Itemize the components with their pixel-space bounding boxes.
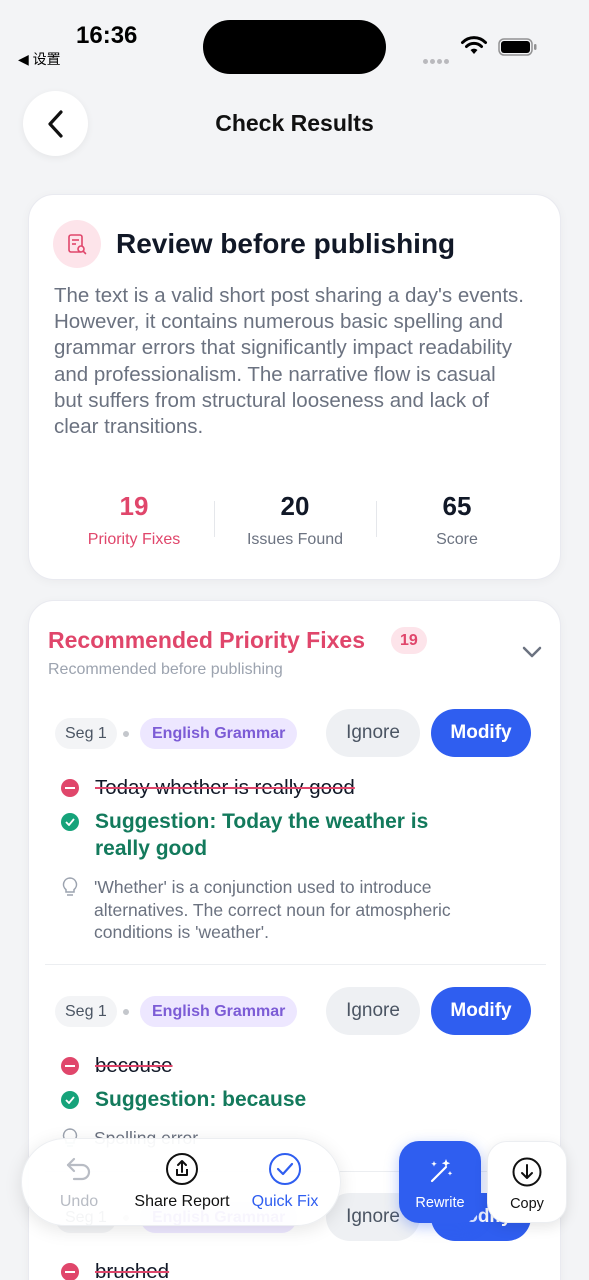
lightbulb-icon — [62, 877, 78, 896]
segment-label: Seg 1 — [55, 996, 117, 1027]
suggestion-text: Suggestion: Today the weather is really … — [95, 810, 429, 860]
back-to-settings-link[interactable]: ◀ 设置 — [18, 49, 61, 69]
share-icon — [166, 1153, 198, 1185]
battery-icon — [498, 38, 537, 56]
stat-label: Issues Found — [246, 531, 344, 548]
original-text: bruched — [95, 1260, 170, 1280]
stats-row: 19 Priority Fixes 20 Issues Found 65 Sco… — [29, 491, 562, 551]
separator-dot — [123, 1009, 129, 1015]
modify-button[interactable]: Modify — [431, 709, 531, 757]
undo-button[interactable]: Undo — [44, 1139, 114, 1227]
magic-wand-icon — [430, 1159, 453, 1183]
stat-label: Priority Fixes — [87, 531, 181, 548]
page-title: Check Results — [215, 110, 374, 136]
document-search-icon — [53, 220, 101, 268]
fixes-subtitle: Recommended before publishing — [48, 661, 283, 678]
undo-label: Undo — [59, 1193, 99, 1210]
download-icon — [512, 1157, 542, 1187]
error-icon — [61, 779, 79, 797]
summary-text: The text is a valid short post sharing a… — [54, 284, 524, 439]
category-tag: English Grammar — [140, 718, 298, 749]
stat-label: Score — [436, 531, 478, 548]
copy-button[interactable]: Copy — [487, 1141, 567, 1223]
ignore-button[interactable]: Ignore — [326, 709, 420, 757]
ignore-button[interactable]: Ignore — [326, 987, 420, 1035]
original-text: Today whether is really good — [95, 776, 355, 799]
stat-issues-found: 20 Issues Found — [215, 491, 375, 549]
copy-label: Copy — [510, 1196, 544, 1212]
undo-icon — [66, 1157, 91, 1181]
fixes-title: Recommended Priority Fixes — [48, 627, 365, 653]
stat-value: 20 — [280, 491, 310, 521]
suggestion-row: Suggestion: because — [61, 1087, 475, 1114]
segment-label: Seg 1 — [55, 718, 117, 749]
stat-value: 19 — [119, 491, 149, 521]
stat-value: 65 — [442, 491, 472, 521]
issue-divider — [45, 964, 546, 965]
check-circle-icon — [269, 1153, 301, 1185]
stat-priority-fixes: 19 Priority Fixes — [54, 491, 214, 549]
explanation-row: 'Whether' is a conjunction used to intro… — [61, 876, 524, 944]
original-text-row: bruched — [61, 1260, 169, 1280]
dynamic-island — [203, 20, 386, 74]
wifi-icon — [461, 36, 487, 54]
bottom-toolbar: Undo Share Report Quick Fix — [21, 1138, 341, 1226]
summary-title: Review before publishing — [116, 228, 456, 259]
share-report-button[interactable]: Share Report — [126, 1139, 238, 1227]
fixes-count-badge: 19 — [391, 627, 427, 654]
share-report-label: Share Report — [134, 1193, 230, 1210]
quick-fix-button[interactable]: Quick Fix — [244, 1139, 326, 1227]
check-circle-icon — [61, 813, 79, 831]
original-text-row: becouse — [61, 1054, 173, 1078]
chevron-down-icon[interactable] — [521, 645, 543, 659]
stat-score: 65 Score — [377, 491, 537, 549]
explanation-text: 'Whether' is a conjunction used to intro… — [94, 877, 451, 942]
error-icon — [61, 1057, 79, 1075]
rewrite-label: Rewrite — [415, 1195, 465, 1211]
original-text-row: Today whether is really good — [61, 776, 355, 800]
original-text: becouse — [95, 1054, 173, 1077]
suggestion-text: Suggestion: because — [95, 1088, 307, 1111]
cellular-signal-icon — [423, 51, 453, 64]
separator-dot — [123, 731, 129, 737]
error-icon — [61, 1263, 79, 1280]
category-tag: English Grammar — [140, 996, 298, 1027]
summary-card: Review before publishing The text is a v… — [28, 194, 561, 580]
modify-button[interactable]: Modify — [431, 987, 531, 1035]
check-circle-icon — [61, 1091, 79, 1109]
status-bar: 16:36 ◀ 设置 — [0, 0, 589, 90]
status-time: 16:36 — [76, 22, 138, 49]
rewrite-button[interactable]: Rewrite — [399, 1141, 481, 1223]
quick-fix-label: Quick Fix — [251, 1193, 319, 1210]
suggestion-row: Suggestion: Today the weather is really … — [61, 809, 475, 862]
